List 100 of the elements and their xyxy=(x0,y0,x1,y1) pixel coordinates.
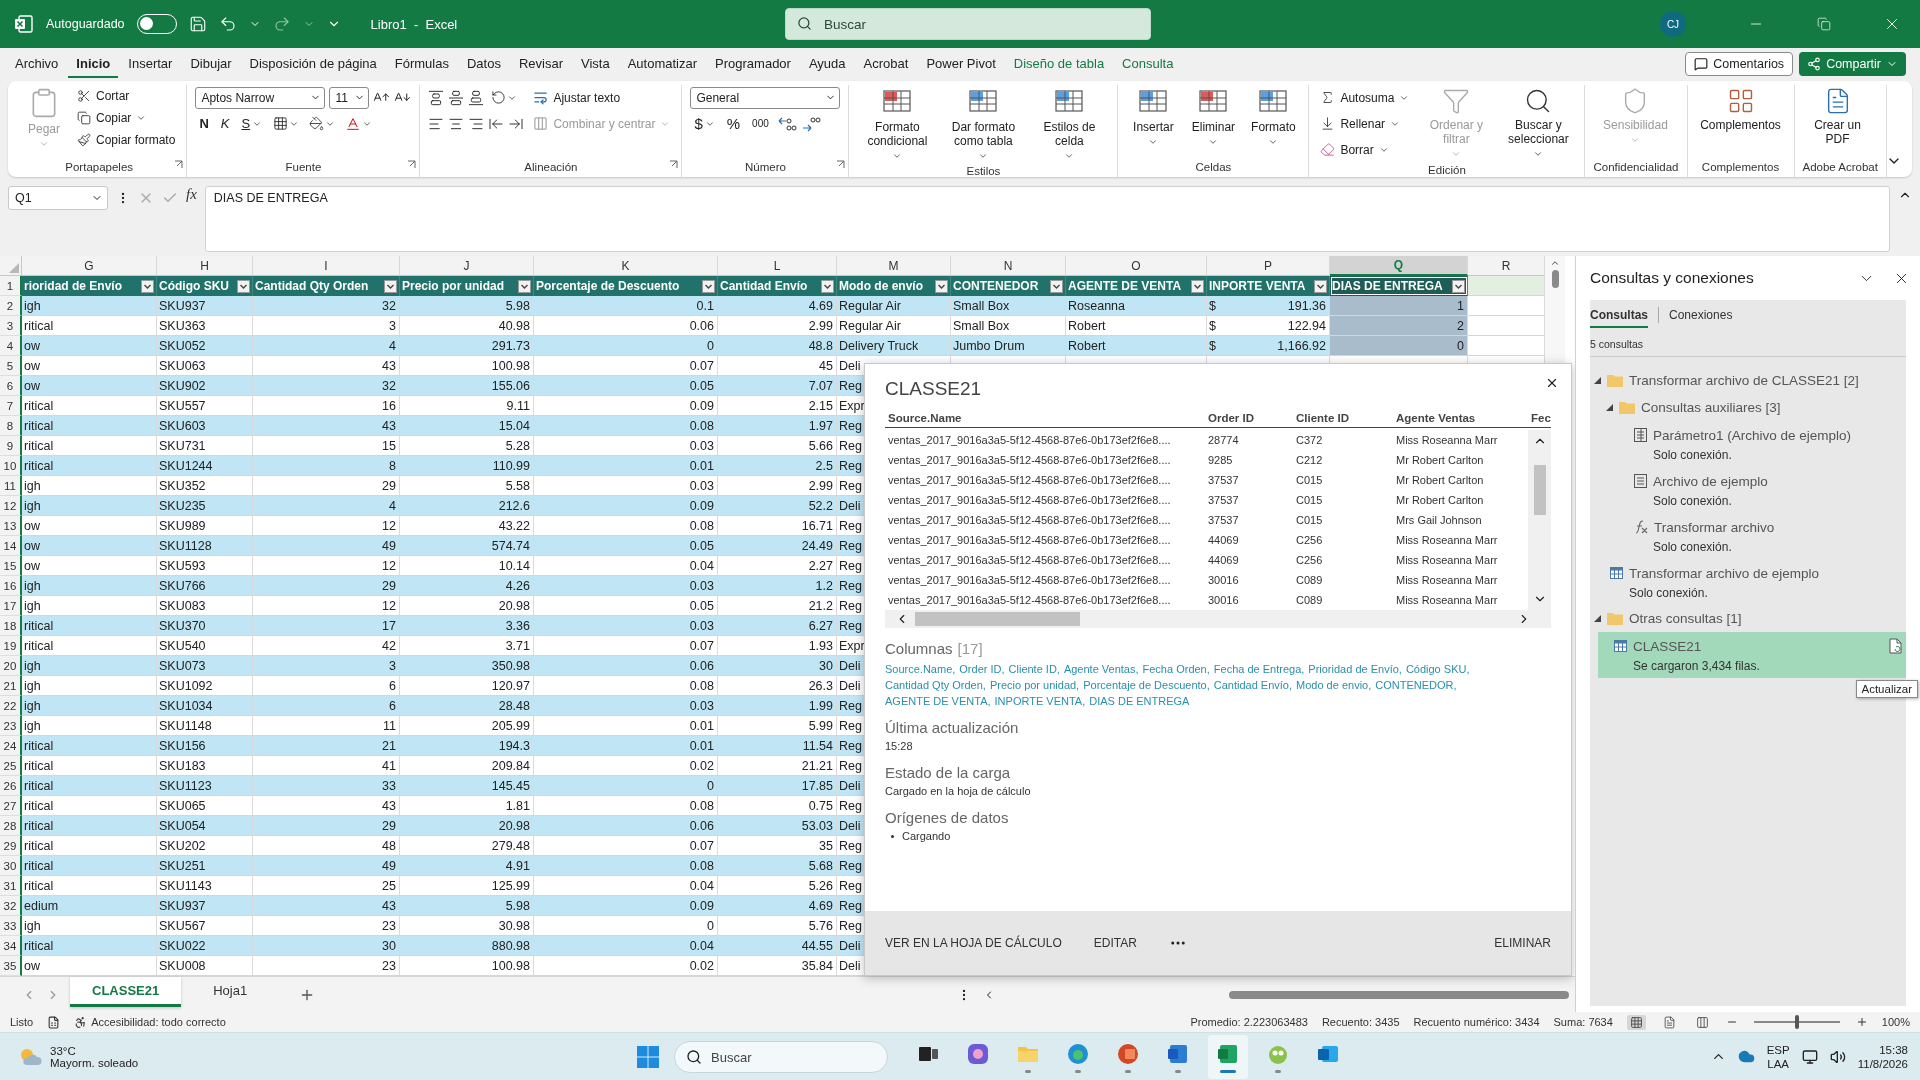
row-number[interactable]: 20 xyxy=(0,656,22,676)
row-number[interactable]: 11 xyxy=(0,476,22,496)
scrollbar-thumb[interactable] xyxy=(915,612,1080,626)
dialog-launcher-icon[interactable] xyxy=(836,160,846,169)
sheet-tab[interactable]: Hoja1 xyxy=(191,976,270,1007)
expanded-arrow-icon[interactable] xyxy=(1594,615,1601,622)
row-number[interactable]: 15 xyxy=(0,556,22,576)
filter-button[interactable] xyxy=(1191,279,1204,293)
caret-icon[interactable] xyxy=(978,151,989,161)
query-group[interactable]: Transformar archivo de CLASSE21 [2] xyxy=(1594,367,1906,394)
row-number[interactable]: 16 xyxy=(0,576,22,596)
filter-button[interactable] xyxy=(935,279,948,293)
row-number[interactable]: 23 xyxy=(0,716,22,736)
panel-tab[interactable]: Conexiones xyxy=(1669,302,1733,328)
query-item[interactable]: Transformar archivo de ejemplo Solo conexión. xyxy=(1594,559,1906,605)
caret-icon[interactable] xyxy=(892,151,903,161)
fill-button[interactable]: Rellenar xyxy=(1317,111,1413,136)
normal-view-icon[interactable] xyxy=(1626,1014,1646,1030)
find-select-button[interactable]: Buscar y seleccionar xyxy=(1500,85,1577,161)
underline-button[interactable]: S xyxy=(237,112,267,135)
column-link[interactable]: DIAS DE ENTREGA xyxy=(1089,695,1190,707)
expanded-arrow-icon[interactable] xyxy=(1606,404,1613,411)
column-link[interactable]: Prioridad de Envío, xyxy=(1308,663,1402,675)
scrollbar-thumb[interactable] xyxy=(1551,270,1559,288)
language-indicator[interactable]: ESP LAA xyxy=(1766,1043,1790,1070)
row-number[interactable]: 6 xyxy=(0,376,22,396)
menu-tab[interactable]: Ayuda xyxy=(800,50,854,78)
column-letter[interactable]: H xyxy=(157,256,253,276)
zoom-level[interactable]: 100% xyxy=(1881,1016,1910,1028)
font-name-field[interactable]: Aptos Narrow xyxy=(195,86,326,109)
insert-button[interactable]: Insertar xyxy=(1126,85,1181,149)
delete-button[interactable]: Eliminar xyxy=(1186,85,1241,149)
expanded-arrow-icon[interactable] xyxy=(1594,377,1601,384)
edit-button[interactable]: EDITAR xyxy=(1093,936,1137,950)
row-number[interactable]: 1 xyxy=(0,276,22,296)
format-as-table-button[interactable]: Dar formato como tabla xyxy=(943,85,1024,163)
column-link[interactable]: Order ID, xyxy=(959,663,1005,675)
column-link[interactable]: Cantidad Envío, xyxy=(1213,679,1293,691)
menu-tab[interactable]: Automatizar xyxy=(619,50,706,78)
column-link[interactable]: CONTENEDOR, xyxy=(1375,679,1457,691)
filter-button[interactable] xyxy=(141,279,154,293)
row-number[interactable]: 19 xyxy=(0,636,22,656)
name-box[interactable]: Q1 xyxy=(8,186,108,210)
format-button[interactable]: Formato xyxy=(1246,85,1301,149)
row-number[interactable]: 26 xyxy=(0,776,22,796)
column-link[interactable]: Código SKU, xyxy=(1405,663,1470,675)
column-link[interactable]: Source.Name, xyxy=(885,663,956,675)
scrollbar-thumb[interactable] xyxy=(1229,990,1569,999)
bold-button[interactable]: N xyxy=(195,112,213,135)
menu-tab[interactable]: Dibujar xyxy=(182,50,240,78)
menu-tab[interactable]: Archivo xyxy=(7,50,67,78)
query-item[interactable]: Transformar archivo Solo conexión. xyxy=(1594,513,1906,559)
clock[interactable]: 15:38 11/8/2026 xyxy=(1857,1043,1908,1070)
filter-button[interactable] xyxy=(237,279,250,293)
row-number[interactable]: 33 xyxy=(0,916,22,936)
delete-button[interactable]: ELIMINAR xyxy=(1494,936,1551,950)
save-icon[interactable] xyxy=(188,15,207,33)
row-number[interactable]: 4 xyxy=(0,336,22,356)
menu-tab[interactable]: Insertar xyxy=(120,50,181,78)
menu-tab[interactable]: Programador xyxy=(707,50,799,78)
row-number[interactable]: 25 xyxy=(0,756,22,776)
number-format-field[interactable]: General xyxy=(690,86,841,109)
presentation-app-icon[interactable] xyxy=(1116,1041,1140,1066)
row-number[interactable]: 9 xyxy=(0,436,22,456)
row-number[interactable]: 18 xyxy=(0,616,22,636)
row-number[interactable]: 27 xyxy=(0,796,22,816)
row-number[interactable]: 10 xyxy=(0,456,22,476)
currency-button[interactable]: $ xyxy=(690,112,719,135)
accessibility-icon[interactable] xyxy=(74,1015,88,1029)
menu-tab[interactable]: Revisar xyxy=(510,50,571,78)
row-number[interactable]: 2 xyxy=(0,296,22,316)
row-number[interactable]: 14 xyxy=(0,536,22,556)
column-link[interactable]: Cliente ID, xyxy=(1008,663,1060,675)
align-bottom-icon[interactable] xyxy=(468,89,485,106)
font-size-field[interactable]: 11 xyxy=(329,86,370,109)
undo-icon[interactable] xyxy=(218,15,237,33)
redo-icon[interactable] xyxy=(272,15,291,33)
insert-function-button[interactable]: fx xyxy=(186,186,197,203)
wrap-text-button[interactable]: Ajustar texto xyxy=(530,85,674,110)
column-link[interactable]: Porcentaje de Descuento, xyxy=(1083,679,1210,691)
column-link[interactable]: AGENTE DE VENTA, xyxy=(885,695,991,707)
panel-tab[interactable]: Consultas xyxy=(1590,302,1648,328)
caret-icon[interactable] xyxy=(1064,151,1075,161)
row-number[interactable]: 12 xyxy=(0,496,22,516)
conditional-format-button[interactable]: Formato condicional xyxy=(857,85,938,163)
cell-styles-button[interactable]: Estilos de celda xyxy=(1029,85,1110,163)
align-middle-icon[interactable] xyxy=(448,89,465,106)
column-letter[interactable]: J xyxy=(400,256,534,276)
menu-tab[interactable]: Diseño de tabla xyxy=(1005,50,1113,78)
start-icon[interactable] xyxy=(636,1045,660,1069)
browser-icon[interactable] xyxy=(1066,1041,1090,1066)
column-letter[interactable]: L xyxy=(718,256,837,276)
column-link[interactable]: INPORTE VENTA, xyxy=(994,695,1086,707)
filter-button[interactable] xyxy=(384,279,397,293)
share-button[interactable]: Compartir xyxy=(1799,52,1906,76)
row-number[interactable]: 22 xyxy=(0,696,22,716)
filter-button[interactable] xyxy=(702,279,715,293)
caret-icon[interactable] xyxy=(1208,137,1219,147)
query-item[interactable]: CLASSE21 Se cargaron 3,434 filas. xyxy=(1598,632,1906,678)
query-group[interactable]: Consultas auxiliares [3] xyxy=(1594,394,1906,421)
